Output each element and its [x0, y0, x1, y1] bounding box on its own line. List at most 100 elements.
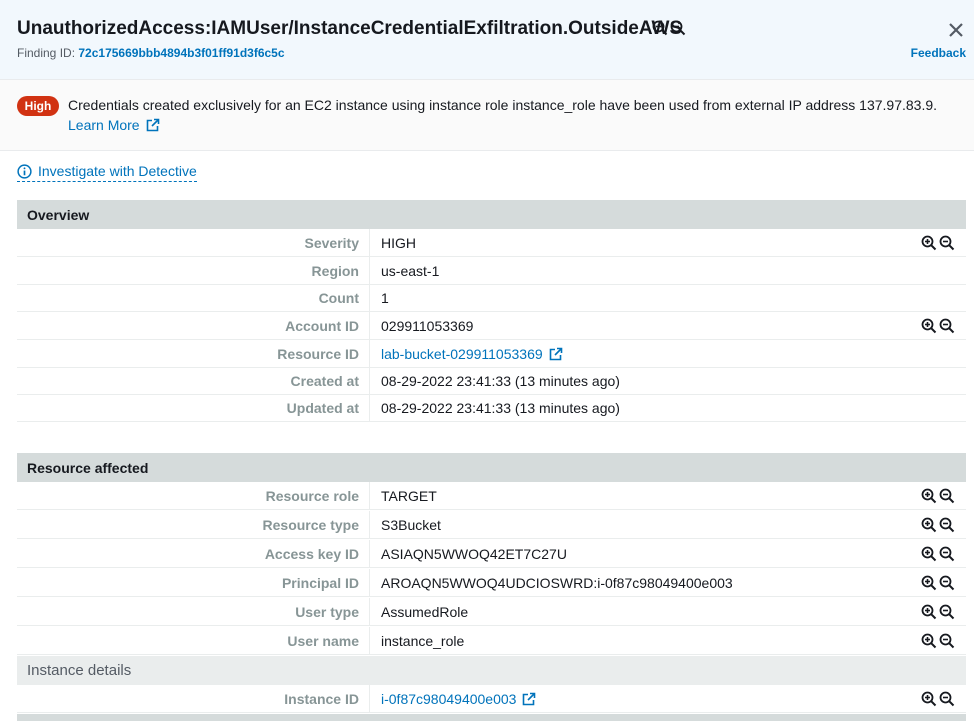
zoom-in-icon[interactable]: [921, 575, 937, 591]
instance-details-header: Instance details: [17, 656, 966, 685]
overview-row-updated-at: Updated at 08-29-2022 23:41:33 (13 minut…: [17, 394, 966, 422]
row-zoom-controls: [921, 633, 955, 649]
row-value: TARGET: [381, 487, 437, 504]
zoom-in-icon[interactable]: [921, 546, 937, 562]
row-label: Instance ID: [284, 690, 359, 707]
row-value: HIGH: [381, 234, 416, 251]
investigate-with-detective-link[interactable]: Investigate with Detective: [17, 163, 197, 182]
row-divider: [369, 511, 370, 538]
overview-row-resource-id: Resource ID lab-bucket-029911053369: [17, 340, 966, 368]
row-value: S3Bucket: [381, 516, 441, 533]
overview-section-header: Overview: [17, 200, 966, 229]
resource-row-access-key-id: Access key ID ASIAQN5WWOQ42ET7C27U: [17, 540, 966, 568]
instance-row-instance-id: Instance ID i-0f87c98049400e003: [17, 685, 966, 713]
row-divider: [369, 598, 370, 625]
external-link-icon: [549, 347, 562, 360]
zoom-in-icon[interactable]: [921, 318, 937, 334]
zoom-out-icon[interactable]: [939, 633, 955, 649]
row-zoom-controls: [921, 546, 955, 562]
row-divider: [369, 685, 370, 712]
finding-id-label: Finding ID:: [17, 46, 76, 60]
finding-id: Finding ID: 72c175669bbb4894b3f01ff91d3f…: [17, 46, 285, 60]
zoom-in-icon[interactable]: [921, 691, 937, 707]
overview-row-account-id: Account ID 029911053369: [17, 312, 966, 340]
learn-more-link[interactable]: Learn More: [68, 117, 160, 133]
finding-description: Credentials created exclusively for an E…: [68, 97, 938, 113]
row-label: Access key ID: [264, 545, 359, 562]
row-label: Account ID: [285, 317, 359, 334]
row-zoom-controls: [921, 575, 955, 591]
finding-id-value: 72c175669bbb4894b3f01ff91d3f6c5c: [78, 46, 285, 60]
row-label: Resource role: [265, 487, 359, 504]
row-divider: [369, 284, 370, 311]
row-label: Resource type: [262, 516, 359, 533]
row-zoom-controls: [921, 235, 955, 251]
instance-id-value: i-0f87c98049400e003: [381, 690, 517, 707]
overview-row-created-at: Created at 08-29-2022 23:41:33 (13 minut…: [17, 367, 966, 395]
external-link-icon: [146, 118, 159, 132]
zoom-out-icon[interactable]: [939, 318, 955, 334]
resource-row-type: Resource type S3Bucket: [17, 511, 966, 539]
zoom-out-icon[interactable]: [670, 20, 686, 36]
resource-affected-section-header: Resource affected: [17, 453, 966, 482]
row-divider: [369, 367, 370, 394]
row-label: Severity: [304, 234, 359, 251]
row-value: 1: [381, 289, 389, 306]
row-label: Resource ID: [277, 345, 359, 362]
row-label: Count: [318, 289, 359, 306]
row-value: 029911053369: [381, 317, 474, 334]
row-zoom-controls: [921, 604, 955, 620]
row-label: User name: [287, 632, 359, 649]
overview-row-severity: Severity HIGH: [17, 229, 966, 257]
row-divider: [369, 394, 370, 421]
zoom-out-icon[interactable]: [939, 546, 955, 562]
resource-id-value: lab-bucket-029911053369: [381, 345, 543, 362]
row-label: Region: [311, 262, 359, 279]
feedback-link[interactable]: Feedback: [911, 46, 966, 60]
row-zoom-controls: [921, 318, 955, 334]
overview-row-count: Count 1: [17, 284, 966, 312]
resource-id-link[interactable]: lab-bucket-029911053369: [381, 340, 563, 367]
row-zoom-controls: [921, 517, 955, 533]
zoom-in-icon[interactable]: [921, 235, 937, 251]
row-divider: [369, 540, 370, 567]
zoom-in-icon[interactable]: [921, 633, 937, 649]
severity-badge: High: [17, 96, 59, 116]
zoom-out-icon[interactable]: [939, 517, 955, 533]
zoom-out-icon[interactable]: [939, 691, 955, 707]
close-icon[interactable]: [946, 20, 966, 40]
instance-id-link[interactable]: i-0f87c98049400e003: [381, 685, 536, 712]
zoom-in-icon[interactable]: [652, 20, 668, 36]
row-value: 08-29-2022 23:41:33 (13 minutes ago): [381, 399, 620, 416]
row-label: User type: [295, 603, 359, 620]
finding-description-band: [0, 80, 974, 151]
row-divider: [369, 627, 370, 654]
row-divider: [369, 340, 370, 367]
row-value: instance_role: [381, 632, 465, 649]
row-value: AROAQN5WWOQ4UDCIOSWRD:i-0f87c98049400e00…: [381, 574, 733, 591]
zoom-out-icon[interactable]: [939, 235, 955, 251]
zoom-out-icon[interactable]: [939, 488, 955, 504]
row-zoom-controls: [921, 488, 955, 504]
row-value: ASIAQN5WWOQ42ET7C27U: [381, 545, 567, 562]
row-value: 08-29-2022 23:41:33 (13 minutes ago): [381, 372, 620, 389]
row-divider: [369, 257, 370, 284]
resource-row-role: Resource role TARGET: [17, 482, 966, 510]
zoom-in-icon[interactable]: [921, 488, 937, 504]
row-label: Created at: [290, 372, 359, 389]
finding-title: UnauthorizedAccess:IAMUser/InstanceCrede…: [17, 18, 683, 39]
zoom-out-icon[interactable]: [939, 575, 955, 591]
zoom-in-icon[interactable]: [921, 517, 937, 533]
resource-row-user-type: User type AssumedRole: [17, 598, 966, 626]
row-divider: [369, 229, 370, 256]
title-zoom-controls: [652, 20, 686, 36]
zoom-out-icon[interactable]: [939, 604, 955, 620]
detective-label: Investigate with Detective: [38, 163, 197, 179]
row-divider: [369, 569, 370, 596]
external-link-icon: [523, 692, 536, 705]
resource-row-principal-id: Principal ID AROAQN5WWOQ4UDCIOSWRD:i-0f8…: [17, 569, 966, 597]
zoom-in-icon[interactable]: [921, 604, 937, 620]
overview-row-region: Region us-east-1: [17, 257, 966, 285]
info-icon: [17, 163, 32, 179]
learn-more-label: Learn More: [68, 117, 140, 133]
